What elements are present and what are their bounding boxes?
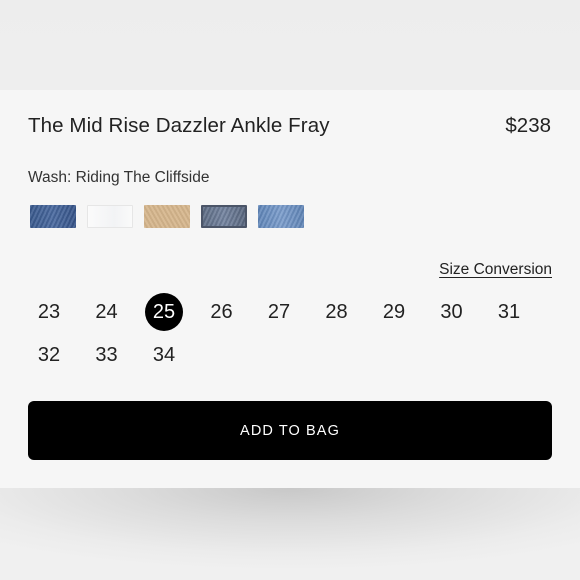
size-label: 31 [497, 300, 521, 323]
size-label: 28 [325, 300, 348, 323]
swatch-light-blue-denim[interactable] [258, 205, 304, 228]
size-label: 33 [95, 343, 118, 366]
size-option[interactable]: 32 [27, 336, 71, 374]
swatch-tan-denim[interactable] [144, 205, 190, 228]
size-label: 23 [37, 300, 61, 323]
size-conversion-link[interactable]: Size Conversion [439, 261, 552, 279]
add-to-bag-button[interactable]: ADD TO BAG [28, 401, 552, 460]
size-label: 34 [152, 343, 176, 366]
size-label: 26 [210, 300, 233, 323]
size-option[interactable]: 27 [257, 293, 301, 331]
size-selector: 23 24 25 26 27 28 29 30 31 32 33 34 [27, 293, 547, 374]
swatch-grey-blue-denim-selected[interactable] [201, 205, 247, 228]
size-label: 25 [145, 293, 183, 331]
wash-label: Wash: Riding The Cliffside [28, 169, 210, 186]
size-label: 32 [37, 343, 61, 366]
size-option[interactable]: 34 [142, 336, 186, 374]
backdrop-shadow [0, 488, 580, 580]
swatch-white-denim[interactable] [87, 205, 133, 228]
size-option[interactable]: 28 [315, 293, 359, 331]
wash-swatches [30, 205, 304, 228]
size-label: 24 [95, 300, 118, 323]
size-option[interactable]: 30 [430, 293, 474, 331]
product-title: The Mid Rise Dazzler Ankle Fray [28, 114, 330, 137]
size-option[interactable]: 31 [487, 293, 531, 331]
size-option[interactable]: 26 [200, 293, 244, 331]
size-option[interactable]: 29 [372, 293, 416, 331]
size-option[interactable]: 33 [85, 336, 129, 374]
product-price: $238 [505, 114, 551, 137]
size-label: 27 [267, 300, 291, 323]
size-option[interactable]: 23 [27, 293, 71, 331]
swatch-dark-blue-denim[interactable] [30, 205, 76, 228]
size-label: 29 [382, 300, 406, 323]
size-option[interactable]: 24 [85, 293, 129, 331]
size-option-selected[interactable]: 25 [142, 293, 186, 331]
size-label: 30 [440, 300, 463, 323]
